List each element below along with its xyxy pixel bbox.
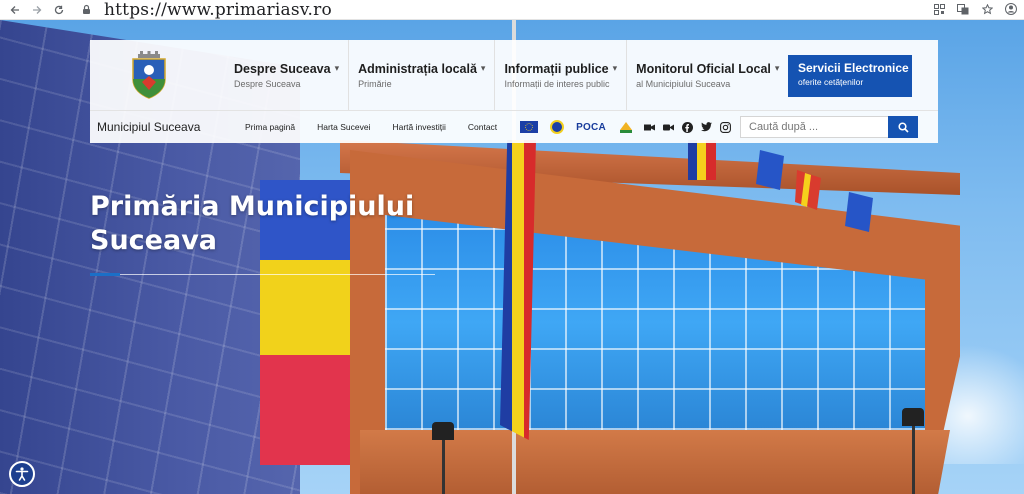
- street-lamp-head: [432, 422, 454, 440]
- forward-arrow-icon[interactable]: [30, 3, 44, 17]
- search-box: [740, 116, 918, 138]
- eu-flag-small: [756, 150, 784, 190]
- street-lamp-head-2: [902, 408, 924, 426]
- program-logo-icon[interactable]: [618, 120, 634, 134]
- nav-title: Informații publice: [504, 61, 609, 76]
- street-lamp-pole-2: [912, 420, 915, 494]
- romanian-flag-small: [688, 140, 716, 180]
- qr-icon[interactable]: [932, 2, 946, 16]
- coat-of-arms-icon: [132, 51, 166, 99]
- nav-informatii-publice[interactable]: Informații publice ▾ Informații de intere…: [495, 40, 628, 110]
- link-harta-investitii[interactable]: Hartă investiții: [381, 122, 456, 132]
- chevron-down-icon: ▾: [480, 63, 486, 73]
- link-harta-sucevei[interactable]: Harta Sucevei: [306, 122, 381, 132]
- services-title: Servicii Electronice: [798, 61, 909, 75]
- lock-icon[interactable]: [80, 4, 92, 16]
- nav-title: Despre Suceava: [234, 61, 331, 76]
- video-icon[interactable]: [662, 122, 674, 133]
- star-icon[interactable]: [980, 2, 994, 16]
- electronic-services-button[interactable]: Servicii Electronice oferite cetățenilor: [788, 55, 912, 97]
- hero-title-line: Suceava: [90, 225, 218, 256]
- browser-actions: [932, 2, 1018, 16]
- city-coat-of-arms-logo[interactable]: [90, 40, 208, 110]
- reload-icon[interactable]: [52, 3, 66, 17]
- accessibility-button[interactable]: [9, 461, 35, 487]
- secondary-links: Prima pagină Harta Sucevei Hartă investi…: [234, 122, 508, 132]
- hero-divider: [90, 274, 435, 275]
- instagram-icon[interactable]: [719, 121, 731, 133]
- back-arrow-icon[interactable]: [8, 3, 22, 17]
- city-name-link[interactable]: Municipiul Suceava: [97, 120, 234, 134]
- search-input[interactable]: [740, 116, 888, 138]
- main-navigation: Despre Suceava ▾ Despre Suceava Administr…: [225, 40, 788, 110]
- nav-subtitle: Despre Suceava: [234, 78, 301, 89]
- hero-divider-accent: [90, 273, 120, 276]
- street-lamp-pole: [442, 435, 445, 494]
- address-bar-url[interactable]: https://www.primariasv.ro: [104, 0, 332, 20]
- secondary-bar: Municipiul Suceava Prima pagină Harta Su…: [90, 110, 938, 143]
- facebook-icon[interactable]: [681, 121, 693, 133]
- eu-flag-small-2: [845, 192, 873, 232]
- link-contact[interactable]: Contact: [457, 122, 508, 132]
- hero-title-line: Primăria Municipiului: [90, 191, 415, 222]
- accessibility-icon: [15, 467, 29, 481]
- nav-subtitle: Informații de interes public: [504, 78, 610, 89]
- camera-icon[interactable]: [643, 122, 655, 133]
- chevron-down-icon: ▾: [334, 63, 340, 73]
- city-flag-small: [795, 170, 821, 210]
- twitter-icon[interactable]: [700, 122, 712, 133]
- government-seal-icon[interactable]: [550, 120, 565, 134]
- chevron-down-icon: ▾: [774, 63, 780, 73]
- services-subtitle: oferite cetățenilor: [798, 77, 864, 87]
- link-prima-pagina[interactable]: Prima pagină: [234, 122, 306, 132]
- social-links: [643, 121, 731, 133]
- nav-despre-suceava[interactable]: Despre Suceava ▾ Despre Suceava: [225, 40, 350, 110]
- poca-logo[interactable]: POCA: [576, 122, 606, 133]
- search-button[interactable]: [888, 116, 918, 138]
- facade-stripe-yellow: [260, 260, 365, 360]
- nav-subtitle: Primărie: [358, 78, 392, 89]
- profile-icon[interactable]: [1004, 2, 1018, 16]
- nav-subtitle: al Municipiului Suceava: [636, 78, 731, 89]
- hero-title: Primăria Municipiului Suceava: [90, 190, 414, 258]
- site-header: Despre Suceava ▾ Despre Suceava Administr…: [90, 40, 938, 143]
- nav-monitorul-oficial[interactable]: Monitorul Oficial Local ▾ al Municipiului…: [627, 40, 788, 110]
- partner-logos: POCA: [520, 120, 634, 134]
- facade-stripe-red: [260, 355, 365, 465]
- search-icon: [897, 121, 909, 133]
- nav-title: Administrația locală: [358, 61, 477, 76]
- translate-icon[interactable]: [956, 2, 970, 16]
- nav-administratia-locala[interactable]: Administrația locală ▾ Primărie: [349, 40, 496, 110]
- nav-title: Monitorul Oficial Local: [636, 61, 771, 76]
- eu-flag-icon[interactable]: [520, 121, 539, 133]
- browser-toolbar: https://www.primariasv.ro: [0, 0, 1024, 20]
- chevron-down-icon: ▾: [612, 63, 618, 73]
